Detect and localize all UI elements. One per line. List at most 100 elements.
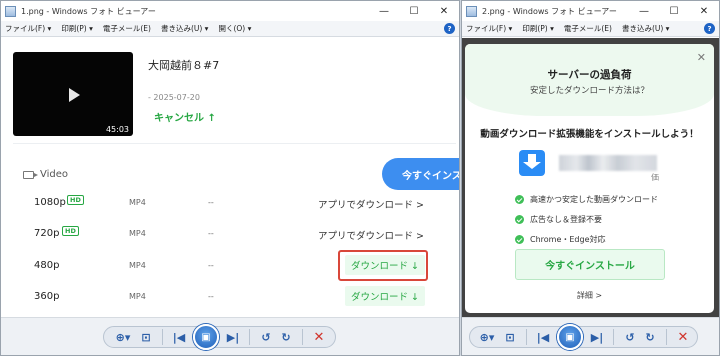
details-link[interactable]: 詳細 > bbox=[465, 290, 714, 301]
resolution-label: 1080p bbox=[34, 197, 66, 208]
toolbar-divider bbox=[302, 329, 303, 345]
section-label: Video bbox=[40, 169, 69, 180]
rotate-ccw-icon[interactable]: ↺ bbox=[256, 328, 276, 346]
size-label: -- bbox=[208, 229, 214, 238]
minimize-button[interactable]: — bbox=[369, 1, 399, 21]
install-now-button[interactable]: 今すぐインストール bbox=[515, 249, 665, 280]
photo-viewer-icon bbox=[466, 5, 477, 17]
menu-bar: ファイル(F) ▾ 印刷(P) ▾ 電子メール(E) 書き込み(U) ▾ 開く(… bbox=[1, 21, 459, 37]
menu-bar: ファイル(F) ▾ 印刷(P) ▾ 電子メール(E) 書き込み(U) ▾ ? bbox=[462, 21, 719, 37]
toolbar-divider bbox=[162, 329, 163, 345]
window-title: 1.png - Windows フォト ビューアー bbox=[21, 6, 156, 16]
section-header: Video bbox=[23, 169, 68, 180]
install-now-float-button[interactable]: 今すぐインス bbox=[382, 158, 459, 190]
toolbar-controls: ⊕▾ ⊡ |◀ ▣ ▶| ↺ ↻ ✕ bbox=[469, 324, 698, 350]
rotate-ccw-icon[interactable]: ↺ bbox=[620, 328, 640, 346]
toolbar-divider bbox=[613, 329, 614, 345]
format-label: MP4 bbox=[129, 292, 146, 301]
slideshow-icon[interactable]: ▣ bbox=[193, 324, 219, 350]
help-icon[interactable]: ? bbox=[704, 23, 715, 34]
feature-text: 高速かつ安定した動画ダウンロード bbox=[530, 195, 658, 204]
hd-badge: HD bbox=[62, 226, 79, 236]
resolution-label: 720p bbox=[34, 228, 60, 239]
delete-icon[interactable]: ✕ bbox=[309, 328, 329, 346]
check-icon bbox=[515, 195, 524, 204]
delete-icon[interactable]: ✕ bbox=[673, 328, 693, 346]
feature-item: 高速かつ安定した動画ダウンロード bbox=[515, 194, 658, 205]
feature-text: Chrome・Edge対応 bbox=[530, 235, 606, 244]
viewer-toolbar: ⊕▾ ⊡ |◀ ▣ ▶| ↺ ↻ ✕ bbox=[462, 317, 719, 355]
window-title: 2.png - Windows フォト ビューアー bbox=[482, 6, 617, 16]
video-title: 大岡越前８#7 bbox=[148, 59, 220, 72]
toolbar-divider bbox=[666, 329, 667, 345]
actual-size-icon[interactable]: ⊡ bbox=[136, 328, 156, 346]
maximize-button[interactable]: ☐ bbox=[659, 1, 689, 21]
format-row: 360p MP4 -- ダウンロード ↓ bbox=[1, 283, 459, 313]
extension-download-icon bbox=[519, 150, 545, 176]
feature-item: Chrome・Edge対応 bbox=[515, 234, 606, 245]
photo-viewer-window-2: 2.png - Windows フォト ビューアー — ☐ ✕ ファイル(F) … bbox=[461, 0, 720, 356]
minimize-button[interactable]: — bbox=[629, 1, 659, 21]
video-date: - 2025-07-20 bbox=[148, 93, 200, 102]
play-icon[interactable] bbox=[69, 88, 80, 102]
toolbar-controls: ⊕▾ ⊡ |◀ ▣ ▶| ↺ ↻ ✕ bbox=[103, 324, 336, 350]
app-download-link[interactable]: アプリでダウンロード > bbox=[318, 228, 424, 242]
rotate-cw-icon[interactable]: ↻ bbox=[276, 328, 296, 346]
image-area: ✕ サーバーの過負荷 安定したダウンロード方法は？ 動画ダウンロード拡張機能をイ… bbox=[462, 38, 719, 317]
next-icon[interactable]: ▶| bbox=[223, 328, 243, 346]
rating-suffix: 価 bbox=[651, 173, 659, 182]
previous-icon[interactable]: |◀ bbox=[533, 328, 553, 346]
size-label: -- bbox=[208, 292, 214, 301]
menu-print[interactable]: 印刷(P) ▾ bbox=[522, 23, 554, 34]
previous-icon[interactable]: |◀ bbox=[169, 328, 189, 346]
video-thumbnail[interactable]: 45:03 bbox=[13, 52, 133, 136]
highlight-box bbox=[338, 250, 428, 281]
video-card: 45:03 大岡越前８#7 - 2025-07-20 キャンセル ↑ bbox=[13, 52, 456, 138]
video-duration: 45:03 bbox=[105, 125, 129, 134]
format-row: 1080p HD MP4 -- アプリでダウンロード > bbox=[1, 189, 459, 219]
maximize-button[interactable]: ☐ bbox=[399, 1, 429, 21]
feature-text: 広告なし＆登録不要 bbox=[530, 215, 602, 224]
size-label: -- bbox=[208, 198, 214, 207]
format-label: MP4 bbox=[129, 261, 146, 270]
download-button[interactable]: ダウンロード ↓ bbox=[345, 286, 425, 306]
resolution-label: 480p bbox=[34, 260, 60, 271]
rotate-cw-icon[interactable]: ↻ bbox=[640, 328, 660, 346]
feature-item: 広告なし＆登録不要 bbox=[515, 214, 602, 225]
menu-open[interactable]: 開く(O) ▾ bbox=[218, 23, 251, 34]
toolbar-divider bbox=[249, 329, 250, 345]
cancel-button[interactable]: キャンセル ↑ bbox=[154, 109, 216, 124]
app-download-link[interactable]: アプリでダウンロード > bbox=[318, 197, 424, 211]
photo-viewer-icon bbox=[5, 5, 16, 17]
close-button[interactable]: ✕ bbox=[689, 1, 719, 21]
close-button[interactable]: ✕ bbox=[429, 1, 459, 21]
menu-email[interactable]: 電子メール(E) bbox=[103, 23, 151, 34]
image-area: 45:03 大岡越前８#7 - 2025-07-20 キャンセル ↑ Video… bbox=[1, 38, 459, 317]
install-prompt: 動画ダウンロード拡張機能をインストールしよう！ bbox=[480, 129, 699, 140]
menu-email[interactable]: 電子メール(E) bbox=[564, 23, 612, 34]
viewer-toolbar: ⊕▾ ⊡ |◀ ▣ ▶| ↺ ↻ ✕ bbox=[1, 317, 459, 355]
slideshow-icon[interactable]: ▣ bbox=[557, 324, 583, 350]
menu-print[interactable]: 印刷(P) ▾ bbox=[61, 23, 93, 34]
popup-close-icon[interactable]: ✕ bbox=[697, 51, 706, 64]
menu-file[interactable]: ファイル(F) ▾ bbox=[466, 23, 512, 34]
format-row: 720p HD MP4 -- アプリでダウンロード > bbox=[1, 220, 459, 250]
video-camera-icon bbox=[23, 170, 38, 179]
format-label: MP4 bbox=[129, 229, 146, 238]
help-icon[interactable]: ? bbox=[444, 23, 455, 34]
zoom-icon[interactable]: ⊕▾ bbox=[474, 328, 500, 346]
blurred-extension-info bbox=[559, 155, 657, 171]
menu-burn[interactable]: 書き込み(U) ▾ bbox=[622, 23, 670, 34]
menu-burn[interactable]: 書き込み(U) ▾ bbox=[161, 23, 209, 34]
zoom-icon[interactable]: ⊕▾ bbox=[110, 328, 136, 346]
check-icon bbox=[515, 215, 524, 224]
hd-badge: HD bbox=[67, 195, 84, 205]
check-icon bbox=[515, 235, 524, 244]
photo-viewer-window-1: 1.png - Windows フォト ビューアー — ☐ ✕ ファイル(F) … bbox=[0, 0, 460, 356]
actual-size-icon[interactable]: ⊡ bbox=[500, 328, 520, 346]
size-label: -- bbox=[208, 261, 214, 270]
menu-file[interactable]: ファイル(F) ▾ bbox=[5, 23, 51, 34]
format-label: MP4 bbox=[129, 198, 146, 207]
install-extension-popup: ✕ サーバーの過負荷 安定したダウンロード方法は？ 動画ダウンロード拡張機能をイ… bbox=[465, 44, 714, 313]
next-icon[interactable]: ▶| bbox=[587, 328, 607, 346]
